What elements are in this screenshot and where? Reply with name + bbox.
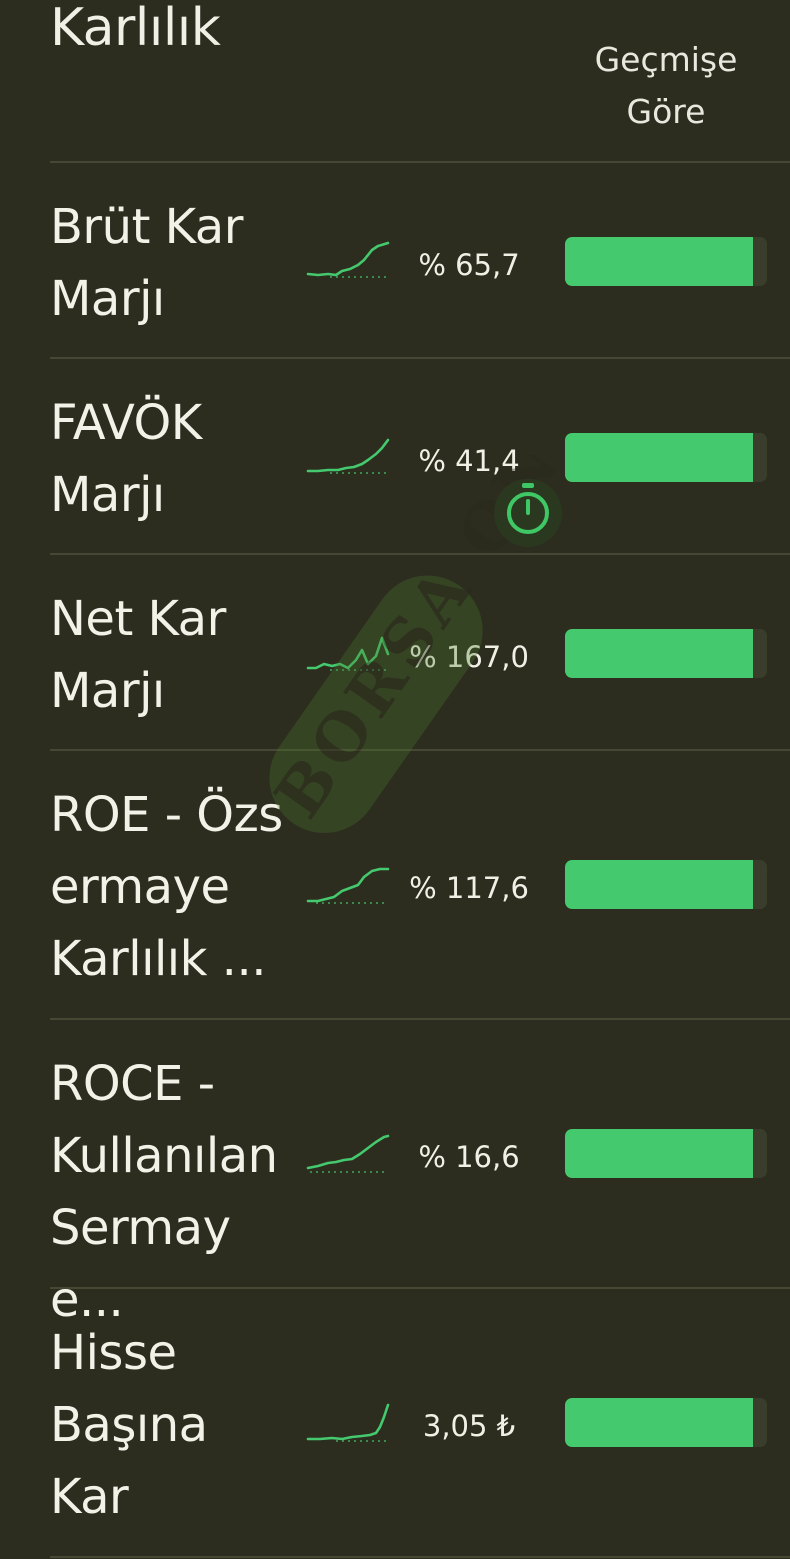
sparkline-chart (306, 636, 390, 671)
metric-value: 3,05 ₺ (422, 1409, 516, 1443)
metric-row-roe[interactable]: ROE - Özs ermaye Karlılık ... % 117,6 (0, 751, 790, 1018)
metric-label: ROE - Özs ermaye Karlılık ... (50, 787, 283, 987)
section-title: Karlılık (50, 0, 221, 58)
metric-label: Hisse Başına Kar (50, 1325, 208, 1525)
divider (50, 1556, 790, 1558)
score-bar-fill (565, 629, 753, 678)
sparkline-chart (306, 241, 390, 278)
score-bar (565, 629, 767, 678)
metric-value: % 65,7 (418, 248, 520, 282)
score-bar (565, 1398, 767, 1447)
score-bar-fill (565, 860, 753, 909)
metric-row-eps[interactable]: Hisse Başına Kar 3,05 ₺ (0, 1289, 790, 1556)
sparkline-chart (306, 1403, 390, 1442)
score-bar (565, 237, 767, 286)
metric-label: Brüt Kar Marjı (50, 199, 243, 327)
score-bar (565, 1129, 767, 1178)
metric-row-roce[interactable]: ROCE - Kullanılan Sermaye... % 16,6 (0, 1020, 790, 1328)
section-header: Karlılık Geçmişe Göre (0, 0, 790, 162)
score-bar (565, 433, 767, 482)
metric-label: Net Kar Marjı (50, 591, 226, 719)
metric-value: % 16,6 (418, 1140, 520, 1174)
column-header-historical: Geçmişe Göre (594, 40, 738, 131)
metric-row-gross-margin[interactable]: Brüt Kar Marjı % 65,7 (0, 163, 790, 358)
metric-value: % 41,4 (418, 444, 520, 478)
score-bar-fill (565, 237, 753, 286)
metric-label: FAVÖK Marjı (50, 395, 202, 523)
score-bar-fill (565, 1398, 753, 1447)
metric-value: % 117,6 (409, 871, 529, 905)
score-bar-fill (565, 433, 753, 482)
metric-row-ebitda-margin[interactable]: FAVÖK Marjı % 41,4 (0, 359, 790, 554)
score-bar-fill (565, 1129, 753, 1178)
metric-value: % 167,0 (409, 640, 529, 674)
sparkline-chart (306, 1134, 390, 1173)
metric-row-net-margin[interactable]: Net Kar Marjı % 167,0 (0, 555, 790, 750)
sparkline-chart (306, 867, 390, 904)
sparkline-chart (306, 438, 390, 474)
score-bar (565, 860, 767, 909)
